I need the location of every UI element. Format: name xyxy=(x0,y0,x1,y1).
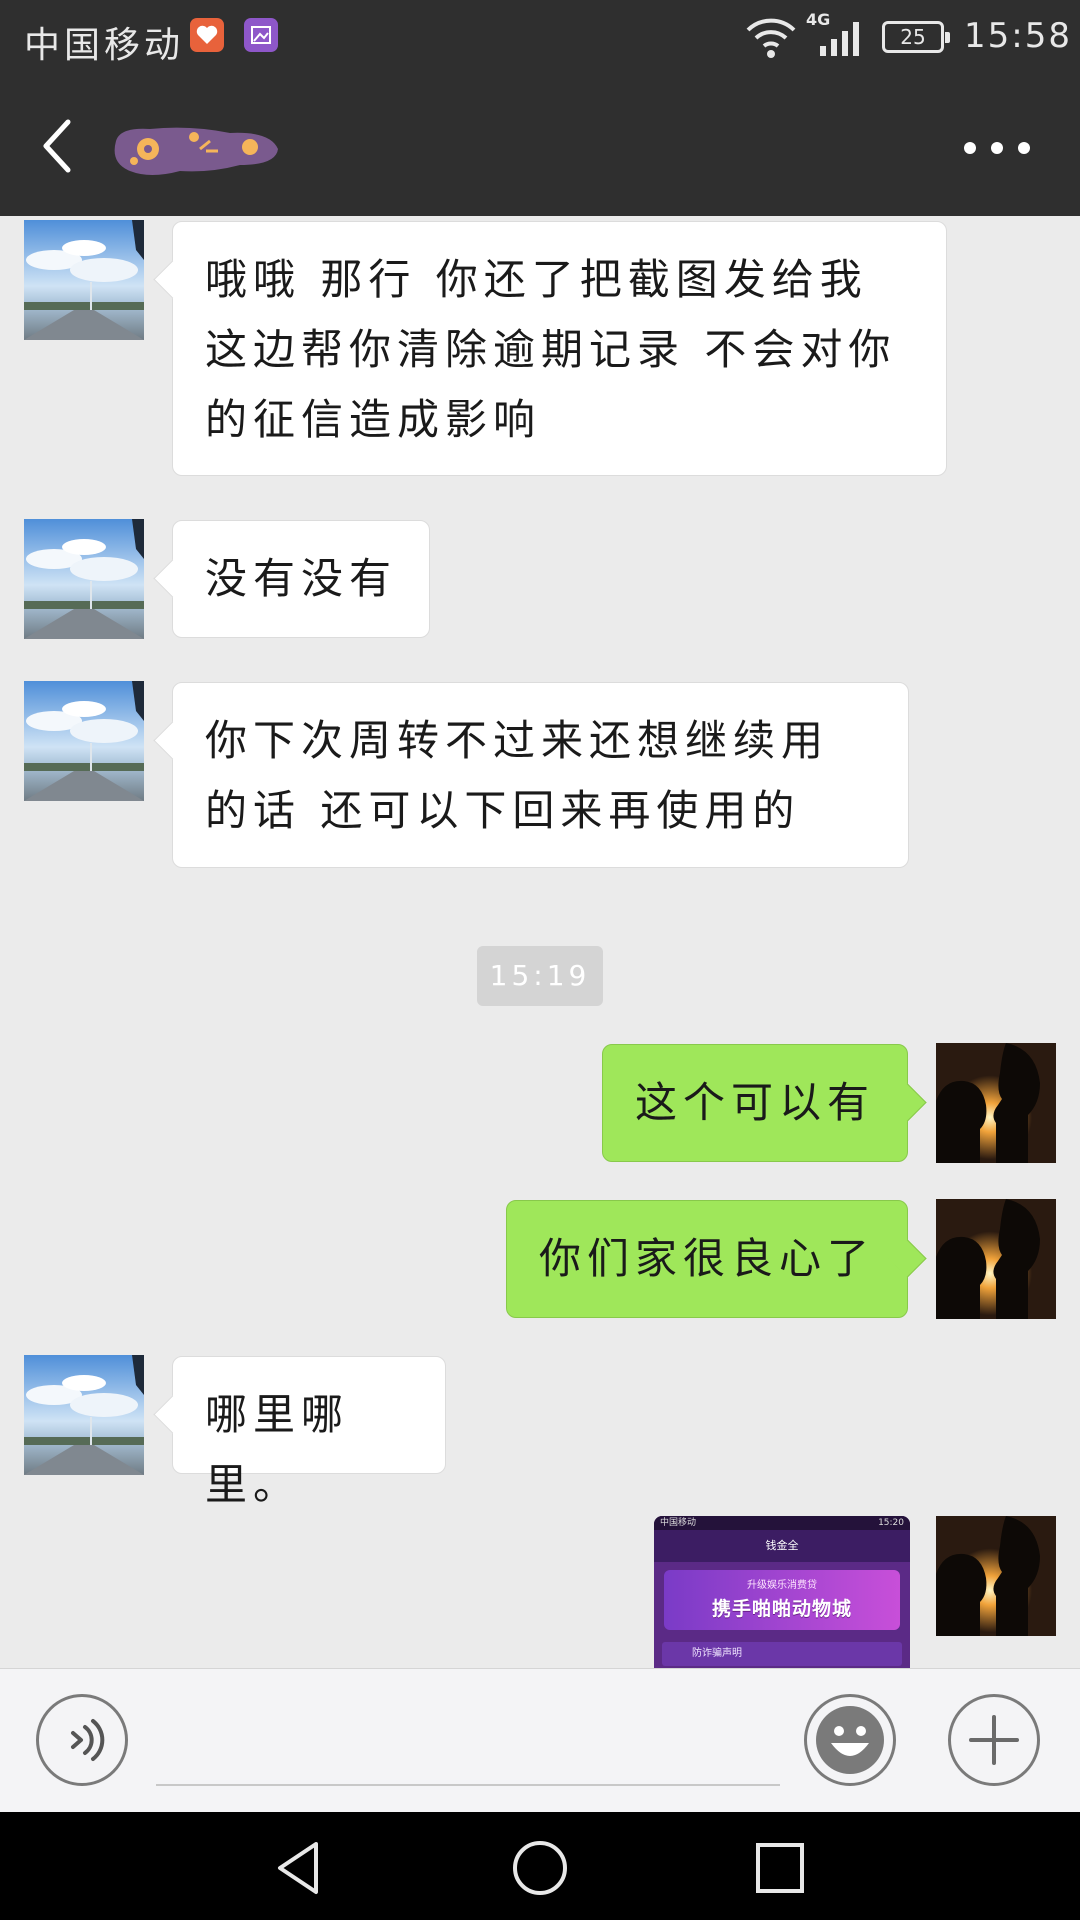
battery-level: 25 xyxy=(900,25,926,49)
incoming-message-bubble[interactable]: 你下次周转不过来还想继续用的话 还可以下回来再使用的 xyxy=(172,682,909,868)
outgoing-message-bubble[interactable]: 你们家很良心了 xyxy=(506,1200,908,1318)
contact-avatar[interactable] xyxy=(24,220,144,340)
incoming-message-bubble[interactable]: 哦哦 那行 你还了把截图发给我这边帮你清除逾期记录 不会对你的征信造成影响 xyxy=(172,221,947,476)
more-functions-button[interactable] xyxy=(948,1694,1040,1786)
banner-subtitle: 升级娱乐消费贷 xyxy=(747,1580,817,1591)
input-bar xyxy=(0,1668,1080,1813)
incoming-message-bubble[interactable]: 没有没有 xyxy=(172,520,430,638)
carrier-label: 中国移动 xyxy=(24,25,185,66)
screenshot-time: 15:20 xyxy=(878,1518,904,1528)
voice-button[interactable] xyxy=(36,1694,128,1786)
status-clock: 15:58 xyxy=(964,16,1072,56)
system-navigation-bar xyxy=(0,1812,1080,1920)
screenshot-status-bar: 中国移动 15:20 xyxy=(654,1516,910,1530)
emoji-button[interactable] xyxy=(804,1694,896,1786)
incoming-message-bubble[interactable]: 哪里哪里。 xyxy=(172,1356,446,1509)
cellular-signal-icon xyxy=(820,22,859,56)
screenshot-notice: 防诈骗声明 xyxy=(662,1642,902,1666)
message-input[interactable] xyxy=(156,1784,780,1786)
contact-avatar[interactable] xyxy=(24,519,144,639)
timestamp-separator: 15:19 xyxy=(477,946,603,1006)
contact-avatar[interactable] xyxy=(24,1355,144,1475)
my-avatar[interactable] xyxy=(936,1199,1056,1319)
plus-icon xyxy=(969,1715,1019,1765)
banner-title: 携手啪啪动物城 xyxy=(711,1598,852,1620)
health-app-icon xyxy=(190,18,224,52)
contact-name-obscured xyxy=(114,127,278,175)
status-bar: 中国移动 4G 25 15:58 xyxy=(0,0,1080,76)
system-home-icon[interactable] xyxy=(510,1840,570,1896)
more-options-icon[interactable] xyxy=(962,136,1032,156)
system-back-icon[interactable] xyxy=(270,1840,330,1896)
system-recents-icon[interactable] xyxy=(750,1840,810,1896)
back-icon[interactable] xyxy=(36,116,80,176)
contact-avatar[interactable] xyxy=(24,681,144,801)
my-avatar[interactable] xyxy=(936,1043,1056,1163)
my-avatar[interactable] xyxy=(936,1516,1056,1636)
wifi-icon xyxy=(746,18,796,58)
shared-screenshot-image[interactable]: 中国移动 15:20 钱金全 升级娱乐消费贷 携手啪啪动物城 防诈骗声明 xyxy=(654,1516,910,1668)
battery-icon: 25 xyxy=(882,21,950,53)
screenshot-carrier: 中国移动 xyxy=(660,1518,697,1528)
screenshot-banner: 升级娱乐消费贷 携手啪啪动物城 xyxy=(664,1570,900,1630)
voice-icon xyxy=(71,1719,105,1761)
chat-header xyxy=(0,76,1080,216)
emoji-icon xyxy=(816,1706,884,1774)
screenshot-header: 钱金全 xyxy=(654,1530,910,1562)
gallery-app-icon xyxy=(244,18,278,52)
outgoing-message-bubble[interactable]: 这个可以有 xyxy=(602,1044,908,1162)
